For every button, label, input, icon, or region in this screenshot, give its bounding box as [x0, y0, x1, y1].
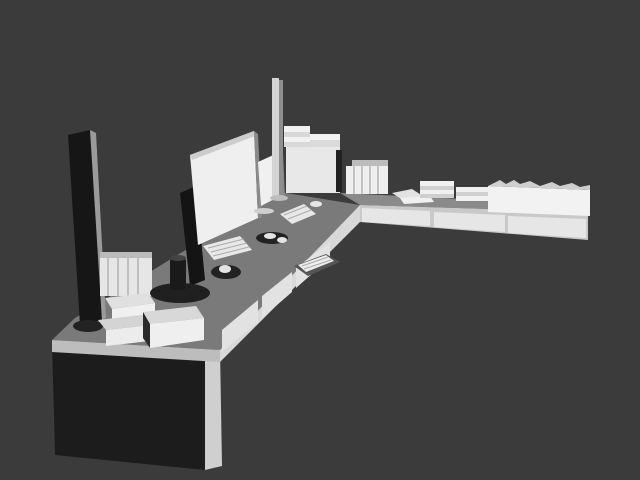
- book-r5: [456, 187, 488, 192]
- book-top: [100, 252, 152, 258]
- pen-holder: [170, 258, 186, 290]
- second-monitor-base: [254, 208, 274, 214]
- mouse-4: [277, 237, 287, 243]
- pole-side: [279, 80, 283, 196]
- books-left: [100, 252, 152, 296]
- office-desk-render: [52, 78, 590, 470]
- book-stack-2b: [310, 140, 340, 147]
- cabinet-dark-edge: [336, 150, 342, 192]
- mouse-3: [264, 233, 276, 239]
- pen-holder-top: [170, 255, 186, 261]
- right-drawer-2: [434, 212, 505, 232]
- binder-block: [346, 166, 388, 194]
- binder-row-right: [488, 180, 590, 216]
- cabinet-front-face: [205, 348, 222, 470]
- tall-left-panel: [68, 130, 106, 332]
- binder-row-body: [488, 186, 590, 216]
- book-stack-1: [284, 126, 310, 132]
- right-drawer-3: [508, 216, 586, 238]
- back-shelf-books: [284, 126, 342, 193]
- book-stack-2: [310, 134, 340, 140]
- cabinet-back: [286, 147, 340, 193]
- book-r2: [420, 186, 454, 190]
- book-r4: [420, 194, 454, 198]
- book-r3: [420, 190, 454, 194]
- books-right: [420, 181, 488, 201]
- book-r1: [420, 181, 454, 186]
- mouse-2: [310, 201, 322, 207]
- book-stack-1c: [284, 137, 310, 142]
- binder-top: [352, 160, 388, 166]
- book-r6: [456, 192, 488, 196]
- pole-base: [270, 195, 288, 201]
- right-drawer-1: [362, 208, 430, 226]
- tall-panel-base: [73, 320, 103, 332]
- binders: [346, 160, 388, 194]
- book-stack-1b: [284, 132, 310, 137]
- book-stack-1d: [284, 142, 310, 147]
- pole-front: [272, 78, 279, 196]
- mouse-1: [219, 265, 231, 273]
- book-r7: [456, 196, 488, 201]
